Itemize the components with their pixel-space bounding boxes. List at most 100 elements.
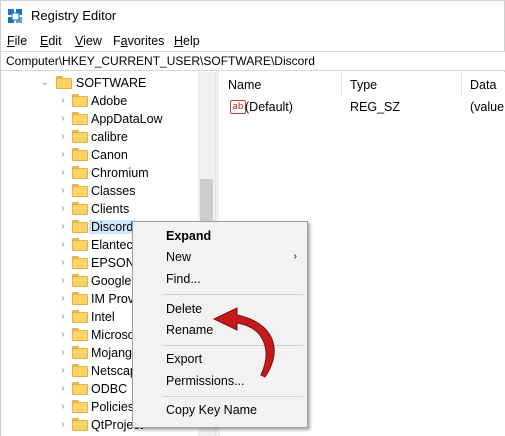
menu-edit-label: dit [48, 34, 62, 48]
folder-icon [72, 184, 88, 197]
menu-favorites[interactable]: Favorites [113, 34, 164, 48]
tree-item-label: Mojang [91, 346, 132, 360]
tree-item-label: Google [91, 274, 132, 288]
folder-icon [72, 94, 88, 107]
column-header-type[interactable]: Type [342, 72, 462, 96]
column-header-data[interactable]: Data [462, 72, 505, 96]
value-name: (Default) [245, 100, 293, 114]
folder-icon [72, 112, 88, 125]
string-value-icon: ab [230, 100, 246, 114]
menu-view-accel: V [75, 34, 84, 48]
menu-help[interactable]: Help [174, 34, 200, 48]
menu-item-copy-key-name[interactable]: Copy Key Name [166, 403, 257, 417]
chevron-right-icon[interactable]: › [56, 110, 70, 128]
menu-item-delete[interactable]: Delete [166, 302, 202, 316]
folder-icon [72, 292, 88, 305]
address-path[interactable]: Computer\HKEY_CURRENT_USER\SOFTWARE\Disc… [6, 54, 315, 68]
tree-item-chromium[interactable]: › Chromium [1, 164, 215, 182]
tree-item-label: Adobe [91, 94, 128, 108]
chevron-right-icon[interactable]: › [56, 380, 70, 398]
chevron-right-icon[interactable]: › [56, 92, 70, 110]
menu-edit[interactable]: Edit [40, 34, 62, 48]
menu-file-label: ile [14, 34, 28, 48]
tree-item-label: Netscap [91, 364, 137, 378]
tree-item-label: Intel [91, 310, 115, 324]
tree-item-label: ODBC [91, 382, 128, 396]
folder-icon [72, 220, 88, 233]
window-title: Registry Editor [31, 8, 117, 23]
tree-item-software[interactable]: ⌄ SOFTWARE [1, 74, 215, 92]
menu-favorites-label: vorites [127, 34, 165, 48]
folder-icon [72, 130, 88, 143]
chevron-right-icon[interactable]: › [56, 254, 70, 272]
chevron-right-icon[interactable]: › [56, 416, 70, 434]
menu-item-new[interactable]: New [166, 250, 191, 264]
context-menu: Expand New › Find... Delete Rename Expor… [132, 221, 308, 428]
menu-file[interactable]: File [7, 34, 27, 48]
folder-icon [72, 400, 88, 413]
folder-icon [72, 274, 88, 287]
address-bar[interactable]: Computer\HKEY_CURRENT_USER\SOFTWARE\Disc… [1, 51, 505, 71]
menu-item-rename[interactable]: Rename [166, 323, 213, 337]
value-data: (value [470, 100, 505, 114]
tree-item-label: AppDataLow [91, 112, 163, 126]
chevron-right-icon[interactable]: › [56, 290, 70, 308]
menu-item-find[interactable]: Find... [166, 272, 201, 286]
chevron-right-icon[interactable]: › [56, 218, 70, 236]
chevron-right-icon[interactable]: › [56, 326, 70, 344]
tree-item-label: Microso [91, 328, 135, 342]
tree-item-canon[interactable]: › Canon [1, 146, 215, 164]
chevron-right-icon[interactable]: › [56, 182, 70, 200]
folder-icon [72, 382, 88, 395]
menu-item-expand[interactable]: Expand [166, 229, 211, 243]
chevron-right-icon[interactable]: › [56, 362, 70, 380]
tree-item-calibre[interactable]: › calibre [1, 128, 215, 146]
folder-icon [56, 76, 72, 89]
chevron-right-icon[interactable]: › [56, 272, 70, 290]
menu-view[interactable]: View [75, 34, 102, 48]
menu-item-permissions[interactable]: Permissions... [166, 374, 245, 388]
tree-item-label: calibre [91, 130, 128, 144]
folder-icon [72, 238, 88, 251]
menu-favorites-prefix: F [113, 34, 121, 48]
folder-icon [72, 256, 88, 269]
tree-item-label: Clients [91, 202, 130, 216]
tree-item-label: EPSON [91, 256, 135, 270]
column-header-name[interactable]: Name [220, 72, 342, 96]
chevron-right-icon[interactable]: › [56, 164, 70, 182]
tree-item-label: Policies [91, 400, 135, 414]
folder-icon [72, 166, 88, 179]
chevron-right-icon[interactable]: › [56, 128, 70, 146]
registry-editor-window: Registry Editor File Edit View Favorites… [0, 0, 505, 436]
menu-file-accel: F [7, 34, 15, 48]
chevron-right-icon[interactable]: › [56, 308, 70, 326]
tree-item-label: SOFTWARE [76, 76, 147, 90]
value-row[interactable]: ab (Default) REG_SZ (value [220, 98, 505, 116]
tree-item-label: Chromium [91, 166, 149, 180]
tree-item-appdatalow[interactable]: › AppDataLow [1, 110, 215, 128]
chevron-right-icon[interactable]: › [56, 146, 70, 164]
chevron-right-icon[interactable]: › [56, 398, 70, 416]
folder-icon [72, 364, 88, 377]
chevron-right-icon[interactable]: › [56, 344, 70, 362]
chevron-right-icon[interactable]: › [56, 200, 70, 218]
menu-help-label: elp [183, 34, 200, 48]
tree-item-classes[interactable]: › Classes [1, 182, 215, 200]
folder-icon [72, 328, 88, 341]
menu-favorites-accel: a [120, 34, 128, 48]
menu-help-accel: H [174, 34, 184, 48]
folder-icon [72, 148, 88, 161]
menu-separator [163, 345, 303, 346]
folder-icon [72, 202, 88, 215]
tree-item-label: Canon [91, 148, 128, 162]
value-type: REG_SZ [350, 100, 401, 114]
chevron-right-icon[interactable]: › [56, 236, 70, 254]
tree-item-adobe[interactable]: › Adobe [1, 92, 215, 110]
tree-item-clients[interactable]: › Clients [1, 200, 215, 218]
tree-item-label: IM Prov [91, 292, 135, 306]
menu-item-export[interactable]: Export [166, 352, 202, 366]
folder-icon [72, 310, 88, 323]
folder-icon [72, 418, 88, 431]
chevron-down-icon[interactable]: ⌄ [38, 74, 52, 92]
registry-editor-icon [8, 9, 22, 23]
